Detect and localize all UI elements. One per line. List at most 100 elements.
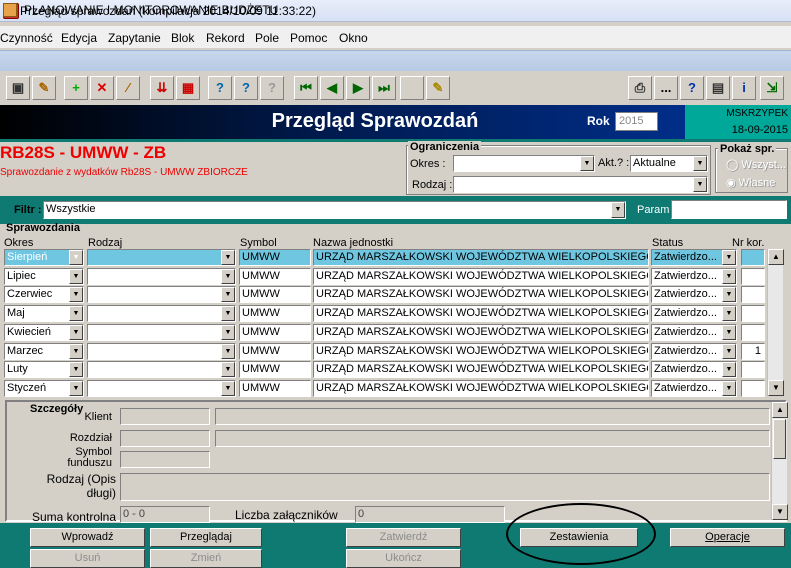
operacje-button[interactable]: Operacje [670, 528, 785, 547]
chevron-down-icon[interactable]: ▼ [221, 250, 235, 265]
scroll-up-icon[interactable]: ▲ [772, 402, 788, 418]
printer-icon[interactable]: ⎙ [628, 76, 652, 100]
filter-select[interactable]: Wszystkie ▼ [43, 201, 626, 219]
row-status-select[interactable]: Zatwierdzo... ▼ [651, 361, 737, 378]
row-symbol-field[interactable]: UMWW [239, 249, 311, 266]
row-okres-select[interactable]: Lipiec ▼ [4, 268, 84, 285]
row-symbol-field[interactable]: UMWW [239, 305, 311, 322]
prev-icon[interactable]: ◀ [320, 76, 344, 100]
chevron-down-icon[interactable]: ▼ [221, 306, 235, 321]
akt-select[interactable]: Aktualne ▼ [630, 155, 708, 172]
menu-edycja[interactable]: Edycja [61, 31, 97, 45]
przegladaj-button[interactable]: Przeglądaj [150, 528, 262, 547]
menu-blok[interactable]: Blok [171, 31, 194, 45]
row-rodzaj-select[interactable]: ▼ [87, 324, 236, 341]
calc-icon[interactable]: ▤ [706, 76, 730, 100]
row-okres-select[interactable]: Marzec ▼ [4, 343, 84, 360]
row-okres-select[interactable]: Czerwiec ▼ [4, 286, 84, 303]
query-icon[interactable]: ? [208, 76, 232, 100]
chevron-down-icon[interactable]: ▼ [69, 250, 83, 265]
chevron-down-icon[interactable]: ▼ [722, 269, 736, 284]
zmien-button[interactable]: Zmień [150, 549, 262, 568]
row-nazwa-field[interactable]: URZĄD MARSZAŁKOWSKI WOJEWÓDZTWA WIELKOPO… [313, 324, 649, 341]
scroll-thumb[interactable] [773, 419, 786, 459]
info-icon[interactable]: i [732, 76, 756, 100]
import-icon[interactable]: ⇊ [150, 76, 174, 100]
row-rodzaj-select[interactable]: ▼ [87, 286, 236, 303]
row-status-select[interactable]: Zatwierdzo... ▼ [651, 249, 737, 266]
edit-icon[interactable]: ✎ [32, 76, 56, 100]
ukoncz-button[interactable]: Ukończ [346, 549, 461, 568]
chevron-down-icon[interactable]: ▼ [69, 287, 83, 302]
exit-icon[interactable]: ⇲ [760, 76, 784, 100]
row-nr-field[interactable] [741, 268, 765, 285]
delete-icon[interactable]: ✕ [90, 76, 114, 100]
blank-icon[interactable] [400, 76, 424, 100]
rows-scrollbar[interactable]: ▲ ▼ [767, 249, 784, 396]
radio-wlasne[interactable]: ◉ Własne [726, 176, 775, 189]
row-nr-field[interactable] [741, 324, 765, 341]
radio-wszyst[interactable]: ◯ Wszyst... [726, 158, 786, 171]
details-scrollbar[interactable]: ▲ ▼ [771, 402, 788, 520]
row-symbol-field[interactable]: UMWW [239, 343, 311, 360]
zatwierdz-button[interactable]: Zatwierdź [346, 528, 461, 547]
scroll-down-icon[interactable]: ▼ [768, 380, 784, 396]
save-icon[interactable]: ▣ [6, 76, 30, 100]
chevron-down-icon[interactable]: ▼ [722, 250, 736, 265]
chevron-down-icon[interactable]: ▼ [221, 362, 235, 377]
row-status-select[interactable]: Zatwierdzo... ▼ [651, 343, 737, 360]
row-nr-field[interactable]: 1 [741, 343, 765, 360]
chevron-down-icon[interactable]: ▼ [722, 287, 736, 302]
menu-pole[interactable]: Pole [255, 31, 279, 45]
row-status-select[interactable]: Zatwierdzo... ▼ [651, 268, 737, 285]
row-nr-field[interactable] [741, 361, 765, 378]
param-input[interactable] [671, 200, 787, 219]
menu-okno[interactable]: Okno [339, 31, 368, 45]
usun-button[interactable]: Usuń [30, 549, 145, 568]
row-status-select[interactable]: Zatwierdzo... ▼ [651, 324, 737, 341]
chevron-down-icon[interactable]: ▼ [722, 362, 736, 377]
row-status-select[interactable]: Zatwierdzo... ▼ [651, 380, 737, 397]
row-okres-select[interactable]: Kwiecień ▼ [4, 324, 84, 341]
row-symbol-field[interactable]: UMWW [239, 286, 311, 303]
row-rodzaj-select[interactable]: ▼ [87, 361, 236, 378]
menu-zapytanie[interactable]: Zapytanie [108, 31, 161, 45]
rok-input[interactable]: 2015 [615, 112, 658, 131]
run-query-icon[interactable]: ? [234, 76, 258, 100]
row-nr-field[interactable] [741, 305, 765, 322]
wprowadz-button[interactable]: Wprowadź [30, 528, 145, 547]
row-rodzaj-select[interactable]: ▼ [87, 305, 236, 322]
row-status-select[interactable]: Zatwierdzo... ▼ [651, 305, 737, 322]
row-nr-field[interactable] [741, 249, 765, 266]
row-symbol-field[interactable]: UMWW [239, 380, 311, 397]
row-rodzaj-select[interactable]: ▼ [87, 268, 236, 285]
menu-rekord[interactable]: Rekord [206, 31, 245, 45]
row-nazwa-field[interactable]: URZĄD MARSZAŁKOWSKI WOJEWÓDZTWA WIELKOPO… [313, 343, 649, 360]
chevron-down-icon[interactable]: ▼ [611, 202, 625, 218]
last-icon[interactable]: ⏭ [372, 76, 396, 100]
chevron-down-icon[interactable]: ▼ [722, 344, 736, 359]
row-okres-select[interactable]: Maj ▼ [4, 305, 84, 322]
cancel-query-icon[interactable]: ? [260, 76, 284, 100]
row-status-select[interactable]: Zatwierdzo... ▼ [651, 286, 737, 303]
menu-pomoc[interactable]: Pomoc [290, 31, 327, 45]
chevron-down-icon[interactable]: ▼ [722, 381, 736, 396]
row-nr-field[interactable] [741, 286, 765, 303]
row-nazwa-field[interactable]: URZĄD MARSZAŁKOWSKI WOJEWÓDZTWA WIELKOPO… [313, 268, 649, 285]
rodzaj-select[interactable]: ▼ [453, 176, 708, 193]
row-symbol-field[interactable]: UMWW [239, 324, 311, 341]
first-icon[interactable]: ⏮ [294, 76, 318, 100]
row-nr-field[interactable] [741, 380, 765, 397]
chevron-down-icon[interactable]: ▼ [69, 306, 83, 321]
scroll-down-icon[interactable]: ▼ [772, 504, 788, 520]
add-icon[interactable]: + [64, 76, 88, 100]
chevron-down-icon[interactable]: ▼ [221, 381, 235, 396]
chevron-down-icon[interactable]: ▼ [693, 177, 707, 192]
chevron-down-icon[interactable]: ▼ [221, 269, 235, 284]
help-icon[interactable]: ? [680, 76, 704, 100]
row-nazwa-field[interactable]: URZĄD MARSZAŁKOWSKI WOJEWÓDZTWA WIELKOPO… [313, 286, 649, 303]
row-nazwa-field[interactable]: URZĄD MARSZAŁKOWSKI WOJEWÓDZTWA WIELKOPO… [313, 305, 649, 322]
scroll-up-icon[interactable]: ▲ [768, 249, 784, 265]
row-nazwa-field[interactable]: URZĄD MARSZAŁKOWSKI WOJEWÓDZTWA WIELKOPO… [313, 361, 649, 378]
chevron-down-icon[interactable]: ▼ [221, 287, 235, 302]
